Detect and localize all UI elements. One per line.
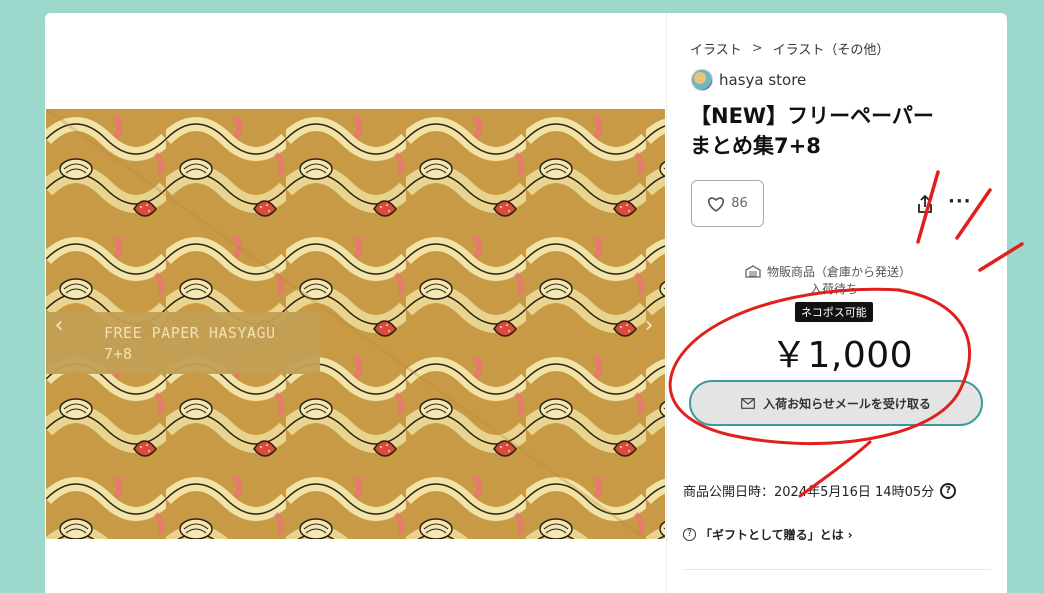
product-title-line2: まとめ集7+8 — [690, 134, 821, 158]
share-icon[interactable] — [914, 193, 936, 215]
shop-avatar — [691, 69, 713, 91]
shop-link[interactable]: hasya store — [691, 69, 806, 91]
section-divider — [683, 569, 991, 570]
product-title: 【NEW】フリーペーパー まとめ集7+8 — [690, 101, 990, 161]
image-caption-subtitle: 7+8 — [104, 345, 133, 363]
like-count: 86 — [731, 196, 748, 211]
product-info-panel: イラスト > イラスト（その他） hasya store 【NEW】フリーペーパ… — [667, 13, 1007, 593]
shop-name: hasya store — [719, 71, 807, 89]
gift-info-link[interactable]: ? 「ギフトとして贈る」とは › — [683, 526, 853, 543]
publish-date: 商品公開日時：2024年5月16日 14時05分 ? — [683, 481, 957, 500]
product-title-line1: 【NEW】フリーペーパー — [690, 104, 934, 128]
product-card: FREE PAPER HASYAGU 7+8 ‹ › イラスト > イラスト（そ… — [45, 13, 1007, 593]
image-caption-title: FREE PAPER HASYAGU — [104, 324, 276, 342]
breadcrumb-item-illust-other[interactable]: イラスト（その他） — [773, 39, 890, 58]
shipping-badge: ネコポス可能 — [795, 302, 873, 322]
warehouse-icon — [745, 265, 761, 278]
image-gallery: FREE PAPER HASYAGU 7+8 ‹ › — [45, 13, 666, 593]
image-caption-box: FREE PAPER HASYAGU 7+8 — [46, 312, 320, 374]
restock-notify-button[interactable]: 入荷お知らせメールを受け取る — [689, 380, 983, 426]
breadcrumb-item-illust[interactable]: イラスト — [690, 39, 742, 58]
shipping-type-label: 物販商品（倉庫から発送） — [767, 265, 912, 279]
restock-notify-label: 入荷お知らせメールを受け取る — [763, 396, 931, 411]
like-button[interactable]: 86 — [691, 180, 764, 227]
help-icon[interactable]: ? — [940, 482, 957, 499]
breadcrumb: イラスト > イラスト（その他） — [690, 39, 889, 58]
publish-date-text: 商品公開日時：2024年5月16日 14時05分 — [683, 485, 935, 500]
product-price: ￥1,000 — [771, 335, 914, 376]
question-icon: ? — [683, 528, 696, 541]
shipping-type: 物販商品（倉庫から発送） — [745, 263, 911, 280]
stock-status: 入荷待ち — [810, 282, 859, 296]
mail-icon — [741, 397, 756, 409]
product-image[interactable]: FREE PAPER HASYAGU 7+8 — [46, 109, 665, 539]
chevron-right-icon: > — [751, 41, 763, 56]
gift-info-label: 「ギフトとして贈る」とは — [700, 528, 844, 542]
prev-image-button[interactable]: ‹ — [49, 311, 69, 341]
chevron-right-icon: › — [847, 527, 853, 542]
next-image-button[interactable]: › — [639, 311, 659, 341]
heart-icon — [708, 196, 725, 212]
more-icon[interactable]: ··· — [948, 191, 972, 212]
